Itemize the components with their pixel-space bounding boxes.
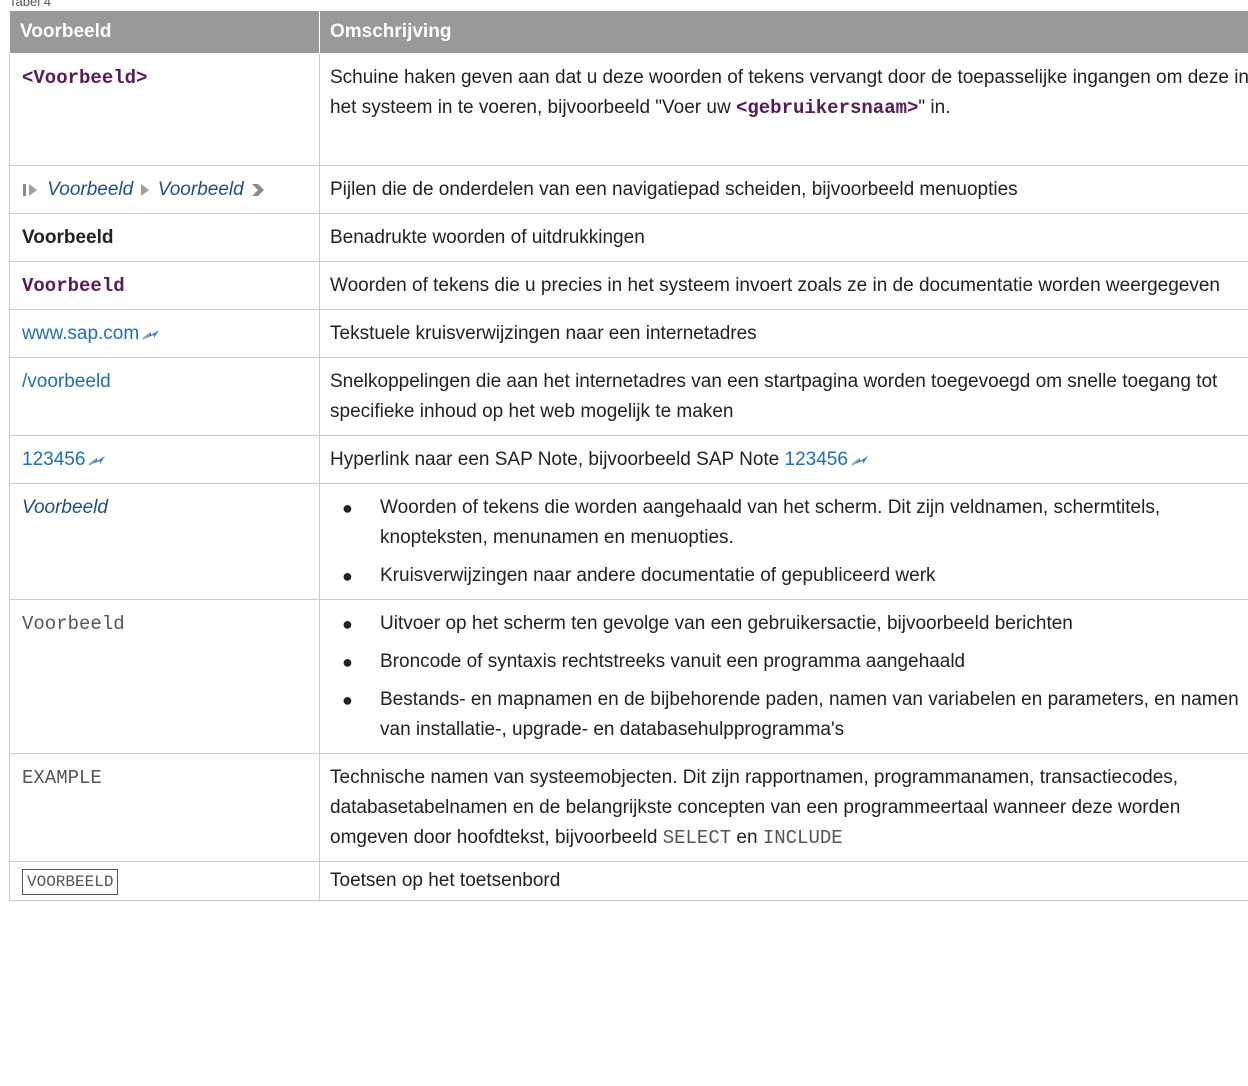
example-emphasis: Voorbeeld <box>22 227 114 248</box>
external-link-icon <box>851 455 868 466</box>
header-example: Voorbeeld <box>9 10 320 54</box>
table-header-row: Voorbeeld Omschrijving <box>9 10 1248 54</box>
description-cell: Snelkoppelingen die aan het internetadre… <box>319 357 1248 436</box>
nav-path-item[interactable]: Voorbeeld <box>158 179 244 200</box>
code-placeholder: <gebruikersnaam> <box>735 97 919 119</box>
conventions-table: Voorbeeld Omschrijving <Voorbeeld> Schui… <box>9 10 1248 901</box>
table-row: VOORBEELD Toetsen op het toetsenbord <box>9 861 1248 901</box>
table-row: 123456 Hyperlink naar een SAP Note, bijv… <box>9 435 1248 484</box>
example-cell: Voorbeeld <box>9 213 320 262</box>
example-cell: 123456 <box>9 435 320 484</box>
list-item-text: Kruisverwijzingen naar andere documentat… <box>380 565 936 586</box>
bullet-icon: ● <box>342 690 353 710</box>
bullet-icon: ● <box>342 614 353 634</box>
example-url-link[interactable]: www.sap.com <box>22 323 139 344</box>
bullet-list: ● Woorden of tekens die worden aangehaald… <box>330 493 1248 591</box>
example-cell: <Voorbeeld> <box>9 53 320 166</box>
table-row: <Voorbeeld> Schuine haken geven aan dat … <box>9 53 1248 166</box>
code-select: SELECT <box>662 827 732 849</box>
description-cell: Pijlen die de onderdelen van een navigat… <box>319 165 1248 214</box>
description-cell: Schuine haken geven aan dat u deze woord… <box>319 53 1248 166</box>
example-cell: VOORBEELD <box>9 861 320 901</box>
example-screen-text: Voorbeeld <box>22 497 108 518</box>
table-row: Voorbeeld Voorbeeld Pijlen die de onderd… <box>9 165 1248 214</box>
description-cell: Hyperlink naar een SAP Note, bijvoorbeel… <box>319 435 1248 484</box>
example-cell: Voorbeeld <box>9 261 320 310</box>
bullet-icon: ● <box>342 498 353 518</box>
description-text: Hyperlink naar een SAP Note, bijvoorbeel… <box>330 449 785 470</box>
description-cell: ● Uitvoer op het scherm ten gevolge van e… <box>319 599 1248 754</box>
example-cell: www.sap.com <box>9 309 320 358</box>
example-cell: Voorbeeld <box>9 483 320 600</box>
description-text: en <box>731 827 763 848</box>
list-item: ● Uitvoer op het scherm ten gevolge van e… <box>330 609 1248 639</box>
list-item-text: Bestands- en mapnamen en de bijbehorende… <box>380 689 1239 740</box>
list-item-text: Broncode of syntaxis rechtstreeks vanuit… <box>380 651 966 672</box>
code-include: INCLUDE <box>762 827 843 849</box>
external-link-icon <box>142 329 160 340</box>
example-keyboard-key: VOORBEELD <box>22 869 119 895</box>
description-cell: Tekstuele kruisverwijzingen naar een int… <box>319 309 1248 358</box>
sap-note-link[interactable]: 123456 <box>785 449 848 470</box>
description-cell: Benadrukte woorden of uitdrukkingen <box>319 213 1248 262</box>
list-item: ● Bestands- en mapnamen en de bijbehorend… <box>330 685 1248 745</box>
list-item: ● Kruisverwijzingen naar andere documenta… <box>330 561 1248 591</box>
example-cell: /voorbeeld <box>9 357 320 436</box>
table-caption: Tabel 4 <box>9 0 51 9</box>
bullet-icon: ● <box>342 566 353 586</box>
description-cell: ● Woorden of tekens die worden aangehaald… <box>319 483 1248 600</box>
list-item-text: Uitvoer op het scherm ten gevolge van ee… <box>380 613 1073 634</box>
example-cell: Voorbeeld <box>9 599 320 754</box>
nav-separator-arrow-icon <box>141 183 150 196</box>
example-user-input: Voorbeeld <box>22 275 125 297</box>
header-description: Omschrijving <box>319 10 1248 54</box>
table-row: www.sap.com Tekstuele kruisverwijzingen … <box>9 309 1248 358</box>
nav-path-item[interactable]: Voorbeeld <box>47 179 133 200</box>
example-placeholder: <Voorbeeld> <box>22 67 148 89</box>
table-row: Voorbeeld ● Uitvoer op het scherm ten gev… <box>9 599 1248 754</box>
example-cell: Voorbeeld Voorbeeld <box>9 165 320 214</box>
example-shortcut-link[interactable]: /voorbeeld <box>22 371 111 392</box>
bullet-list: ● Uitvoer op het scherm ten gevolge van e… <box>330 609 1248 745</box>
table-row: Voorbeeld Benadrukte woorden of uitdrukk… <box>9 213 1248 262</box>
nav-end-arrow-icon <box>251 183 264 196</box>
example-technical-name: EXAMPLE <box>22 767 102 789</box>
description-cell: Toetsen op het toetsenbord <box>319 861 1248 901</box>
nav-start-arrow-icon <box>23 183 37 196</box>
example-note-link[interactable]: 123456 <box>22 449 85 470</box>
example-output: Voorbeeld <box>22 613 125 635</box>
list-item-text: Woorden of tekens die worden aangehaald … <box>380 497 1161 548</box>
table-row: Voorbeeld ● Woorden of tekens die worden … <box>9 483 1248 600</box>
table-row: /voorbeeld Snelkoppelingen die aan het i… <box>9 357 1248 436</box>
description-text: " in. <box>918 97 951 118</box>
external-link-icon <box>88 455 106 466</box>
description-cell: Woorden of tekens die u precies in het s… <box>319 261 1248 310</box>
list-item: ● Broncode of syntaxis rechtstreeks vanui… <box>330 647 1248 677</box>
list-item: ● Woorden of tekens die worden aangehaald… <box>330 493 1248 553</box>
description-cell: Technische namen van systeemobjecten. Di… <box>319 753 1248 862</box>
example-cell: EXAMPLE <box>9 753 320 862</box>
table-row: Voorbeeld Woorden of tekens die u precie… <box>9 261 1248 310</box>
table-row: EXAMPLE Technische namen van systeemobje… <box>9 753 1248 862</box>
bullet-icon: ● <box>342 652 353 672</box>
